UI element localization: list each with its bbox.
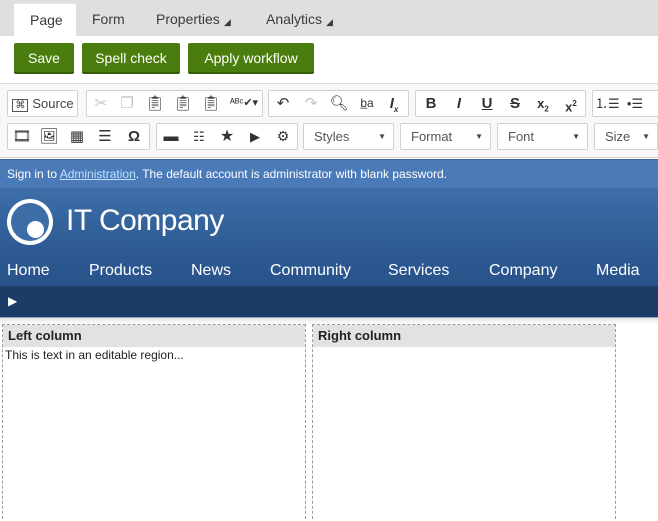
dropdown-arrow-icon: ▼ xyxy=(642,132,650,141)
paste-word-icon[interactable]: 📋︎ xyxy=(199,91,223,116)
paste-text-icon[interactable]: 📋︎ xyxy=(171,91,195,116)
tab-bar: Page Form Properties ◢ Analytics ◢ xyxy=(0,0,658,36)
source-label: Source xyxy=(32,96,74,111)
breadcrumb-bar: ▶ xyxy=(0,286,658,318)
folder-icon[interactable]: ▬ xyxy=(159,124,183,149)
page-editor: Page Form Properties ◢ Analytics ◢ Save Sp… xyxy=(0,0,658,521)
administration-link[interactable]: Administration xyxy=(60,167,136,181)
italic-icon[interactable]: I xyxy=(447,91,471,116)
sign-in-notice: Sign in to Administration. The default a… xyxy=(0,159,658,188)
media-icon[interactable]: 🎞︎ xyxy=(10,124,34,149)
apply-workflow-button[interactable]: Apply workflow xyxy=(188,43,314,74)
nav-item-products[interactable]: Products xyxy=(89,262,152,280)
widgets-group: ▬ ☷ ★ ▶ ⚙ xyxy=(156,123,298,150)
youtube-icon[interactable]: ▶ xyxy=(243,124,267,149)
styles-dropdown[interactable]: Styles ▼ xyxy=(303,123,394,150)
tab-form[interactable]: Form xyxy=(76,3,146,36)
company-logo-icon[interactable] xyxy=(7,199,53,245)
site-header: IT Company Home Products News Community … xyxy=(0,188,658,286)
format-dropdown[interactable]: Format ▼ xyxy=(400,123,491,150)
paste-icon[interactable]: 📋︎ xyxy=(143,91,167,116)
image-icon[interactable]: 🖼︎ xyxy=(37,124,61,149)
undo-icon[interactable]: ↶ xyxy=(271,91,295,116)
right-column-title: Right column xyxy=(313,325,615,347)
strikethrough-icon[interactable]: S xyxy=(503,91,527,116)
left-column-region[interactable]: Left column This is text in an editable … xyxy=(2,324,306,521)
redo-icon[interactable]: ↷ xyxy=(299,91,323,116)
find-icon[interactable]: 🔍︎ xyxy=(327,91,351,116)
numbered-list-icon[interactable]: ⒈☰ xyxy=(595,91,620,116)
bold-icon[interactable]: B xyxy=(419,91,443,116)
notice-prefix: Sign in to xyxy=(7,167,60,181)
dropdown-arrow-icon: ▼ xyxy=(475,132,483,141)
nav-item-media[interactable]: Media xyxy=(596,262,640,280)
left-column-text[interactable]: This is text in an editable region... xyxy=(3,347,305,363)
edit-group: ↶ ↷ 🔍︎ b̲a Ix xyxy=(268,90,409,117)
tab-properties[interactable]: Properties ◢ xyxy=(146,3,254,36)
copy-icon[interactable]: ❐ xyxy=(115,91,139,116)
tab-form-label: Form xyxy=(92,11,125,27)
list-group: ⒈☰ •☰ xyxy=(592,90,658,117)
right-column-text[interactable] xyxy=(313,347,615,349)
table-icon[interactable]: ▦ xyxy=(65,124,89,149)
tab-page-label: Page xyxy=(30,12,63,28)
replace-icon[interactable]: b̲a xyxy=(355,91,379,116)
cut-icon[interactable]: ✂ xyxy=(89,91,113,116)
notice-suffix: . The default account is administrator w… xyxy=(135,167,448,181)
spell-check-icon[interactable]: ᴬᴮᶜ✔▾ xyxy=(227,91,261,116)
size-label: Size xyxy=(605,129,631,144)
dropdown-arrow-icon: ▼ xyxy=(378,132,386,141)
editor-toolbar: ⌘ Source ✂ ❐ 📋︎ 📋︎ 📋︎ ᴬᴮᶜ✔▾ ↶ ↷ 🔍︎ b̲a Ix… xyxy=(0,84,658,158)
tab-analytics-label: Analytics xyxy=(266,11,323,27)
caret-down-icon: ◢ xyxy=(223,17,231,27)
source-button[interactable]: ⌘ Source xyxy=(8,91,78,116)
font-label: Font xyxy=(508,129,535,144)
horizontal-line-icon[interactable]: ☰ xyxy=(93,124,117,149)
company-name[interactable]: IT Company xyxy=(66,204,224,238)
tab-page[interactable]: Page xyxy=(14,3,76,36)
format-label: Format xyxy=(411,129,453,144)
caret-down-icon: ◢ xyxy=(326,17,333,27)
underline-icon[interactable]: U xyxy=(475,91,499,116)
spell-check-button[interactable]: Spell check xyxy=(82,43,180,74)
right-column-region[interactable]: Right column xyxy=(312,324,616,521)
star-icon[interactable]: ★ xyxy=(215,124,239,149)
size-dropdown[interactable]: Size ▼ xyxy=(594,123,658,150)
special-char-icon[interactable]: Ω xyxy=(122,124,146,149)
remove-format-icon[interactable]: Ix xyxy=(382,91,406,116)
source-icon: ⌘ xyxy=(12,99,29,112)
nav-item-home[interactable]: Home xyxy=(7,262,50,280)
left-column-title: Left column xyxy=(3,325,305,347)
nav-item-services[interactable]: Services xyxy=(388,262,449,280)
nav-item-company[interactable]: Company xyxy=(489,262,557,280)
insert-group: 🎞︎ 🖼︎ ▦ ☰ Ω xyxy=(7,123,150,150)
nav-item-news[interactable]: News xyxy=(191,262,231,280)
widget-icon[interactable]: ⚙ xyxy=(271,124,295,149)
checklist-icon[interactable]: ☷ xyxy=(187,124,211,149)
save-button[interactable]: Save xyxy=(14,43,74,74)
bulleted-list-icon[interactable]: •☰ xyxy=(623,91,647,116)
subscript-icon[interactable]: x2 xyxy=(531,91,555,116)
play-arrow-icon: ▶ xyxy=(8,294,18,308)
source-group: ⌘ Source xyxy=(7,90,78,117)
superscript-icon[interactable]: x2 xyxy=(559,91,583,116)
styles-label: Styles xyxy=(314,129,350,144)
action-bar: Save Spell check Apply workflow xyxy=(0,36,658,84)
clipboard-group: ✂ ❐ 📋︎ 📋︎ 📋︎ ᴬᴮᶜ✔▾ xyxy=(86,90,263,117)
basic-styles-group: B I U S x2 x2 xyxy=(415,90,586,117)
dropdown-arrow-icon: ▼ xyxy=(572,132,580,141)
tab-analytics[interactable]: Analytics ◢ xyxy=(254,3,354,36)
tab-properties-label: Properties xyxy=(156,11,220,27)
nav-item-community[interactable]: Community xyxy=(270,262,351,280)
font-dropdown[interactable]: Font ▼ xyxy=(497,123,588,150)
